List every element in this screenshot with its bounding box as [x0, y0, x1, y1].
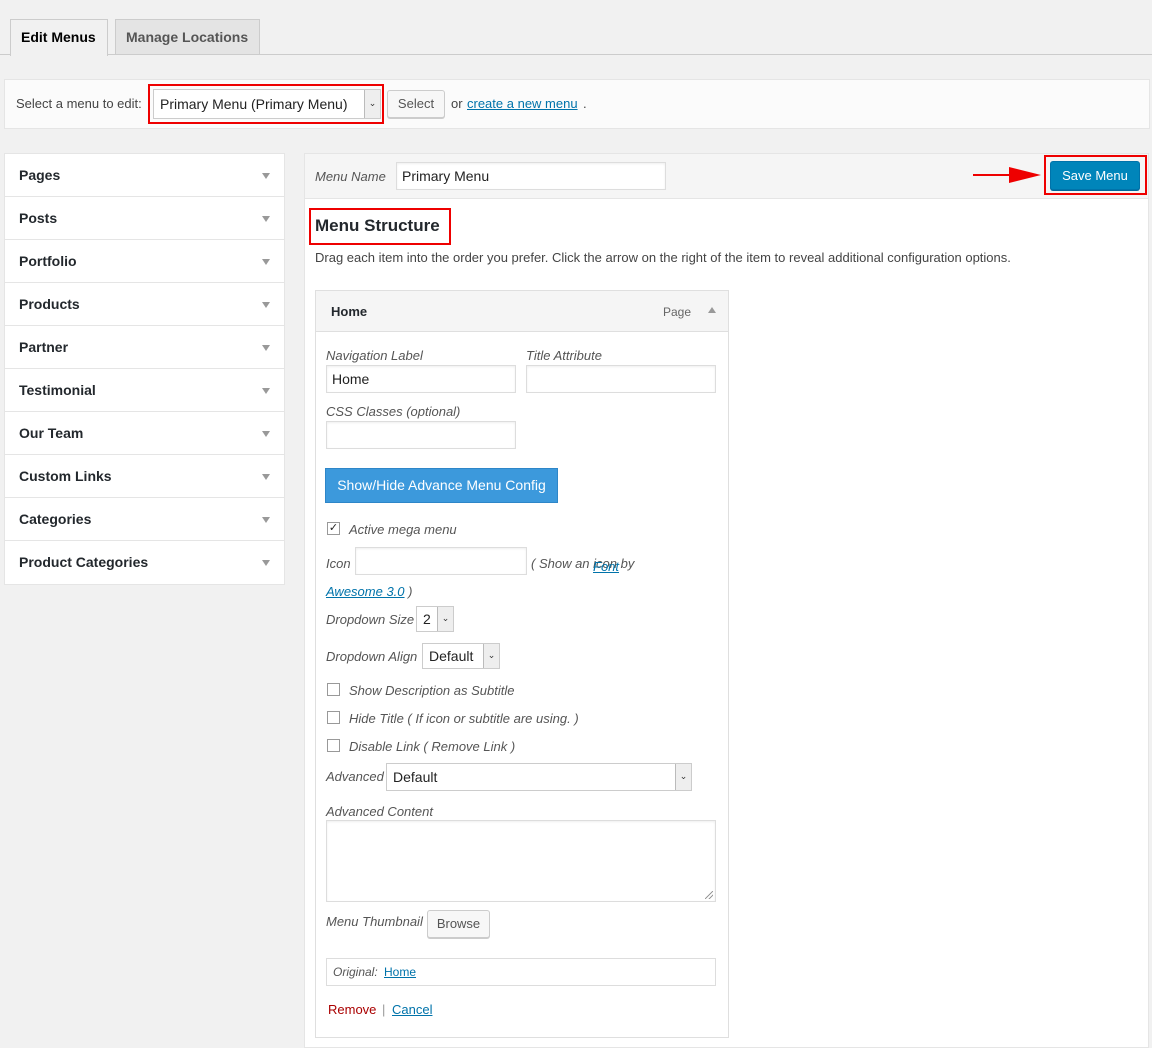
accordion-label: Products: [19, 296, 80, 312]
nav-tabs: Edit Menus Manage Locations: [0, 0, 1152, 56]
css-classes-input[interactable]: [326, 421, 516, 449]
dropdown-size-label: Dropdown Size: [326, 612, 415, 627]
menu-name-value: Primary Menu: [402, 168, 490, 184]
caret-down-icon: [262, 517, 270, 523]
browse-button[interactable]: Browse: [427, 910, 490, 938]
action-separator: |: [382, 1002, 386, 1017]
menu-thumbnail-label: Menu Thumbnail: [326, 914, 423, 929]
arrow-right-icon: [1009, 167, 1041, 183]
accordion-product-categories[interactable]: Product Categories: [5, 541, 284, 584]
accordion-label: Categories: [19, 511, 92, 527]
title-attribute-label: Title Attribute: [526, 348, 602, 363]
accordion-label: Testimonial: [19, 382, 96, 398]
chevron-down-icon: ⌄: [364, 90, 380, 118]
original-home-link[interactable]: Home: [384, 965, 416, 979]
original-label: Original:: [333, 965, 378, 979]
accordion-partner[interactable]: Partner: [5, 326, 284, 369]
chevron-down-icon: ⌄: [437, 607, 453, 631]
accordion-categories[interactable]: Categories: [5, 498, 284, 541]
caret-down-icon: [262, 173, 270, 179]
menu-item-bar[interactable]: Home Page: [316, 291, 728, 332]
caret-down-icon: [262, 560, 270, 566]
hide-title-checkbox[interactable]: [327, 711, 340, 724]
menu-item-title: Home: [331, 304, 368, 319]
caret-down-icon: [262, 302, 270, 308]
accordion-testimonial[interactable]: Testimonial: [5, 369, 284, 412]
active-mega-menu-label: Active mega menu: [349, 522, 457, 537]
caret-down-icon: [262, 388, 270, 394]
nav-label-input[interactable]: Home: [326, 365, 516, 393]
accordion-label: Posts: [19, 210, 58, 226]
dropdown-size-select[interactable]: 2 ⌄: [416, 606, 454, 632]
show-description-checkbox[interactable]: [327, 683, 340, 696]
chevron-down-icon: ⌄: [483, 644, 499, 668]
caret-down-icon: [262, 216, 270, 222]
font-awesome-link[interactable]: Font Awesome 3.0: [326, 559, 619, 599]
dropdown-align-value: Default: [429, 648, 474, 664]
tab-edit-menus[interactable]: Edit Menus: [10, 19, 108, 56]
menu-select-dropdown[interactable]: Primary Menu (Primary Menu) ⌄: [153, 89, 381, 119]
save-menu-button[interactable]: Save Menu: [1050, 161, 1140, 190]
caret-up-icon[interactable]: [708, 307, 716, 313]
show-description-label: Show Description as Subtitle: [349, 683, 515, 698]
show-hide-advance-config-button[interactable]: Show/Hide Advance Menu Config: [325, 468, 558, 503]
caret-down-icon: [262, 259, 270, 265]
menu-edit-panel: Menu Name Primary Menu Menu Structure Dr…: [304, 153, 1149, 1048]
advanced-value: Default: [393, 769, 438, 785]
hide-title-label: Hide Title ( If icon or subtitle are usi…: [349, 711, 579, 726]
active-mega-menu-checkbox[interactable]: ✓: [327, 522, 340, 535]
caret-down-icon: [262, 345, 270, 351]
accordion-products[interactable]: Products: [5, 283, 284, 326]
menu-name-label: Menu Name: [315, 169, 386, 184]
tab-manage-locations[interactable]: Manage Locations: [115, 19, 260, 54]
accordion-custom-links[interactable]: Custom Links: [5, 455, 284, 498]
dropdown-align-label: Dropdown Align: [326, 649, 418, 664]
menu-structure-description: Drag each item into the order you prefer…: [315, 250, 1011, 265]
remove-link[interactable]: Remove: [328, 1002, 376, 1017]
accordion-label: Product Categories: [19, 554, 149, 570]
accordion-label: Custom Links: [19, 468, 112, 484]
advanced-content-label: Advanced Content: [326, 804, 433, 819]
select-menu-label: Select a menu to edit:: [16, 96, 142, 111]
menu-item-home: Home Page Navigation Label Home Title At…: [315, 290, 729, 1038]
nav-label-value: Home: [332, 371, 370, 387]
accordion-label: Our Team: [19, 425, 84, 441]
accordion-our-team[interactable]: Our Team: [5, 412, 284, 455]
menu-name-input[interactable]: Primary Menu: [396, 162, 666, 190]
advanced-select[interactable]: Default ⌄: [386, 763, 692, 791]
add-menu-items-accordion: Pages Posts Portfolio Products Partner T…: [4, 153, 285, 585]
accordion-label: Pages: [19, 167, 61, 183]
advanced-label: Advanced: [326, 769, 384, 784]
accordion-posts[interactable]: Posts: [5, 197, 284, 240]
accordion-portfolio[interactable]: Portfolio: [5, 240, 284, 283]
menu-item-type: Page: [662, 305, 691, 319]
dropdown-align-select[interactable]: Default ⌄: [422, 643, 500, 669]
accordion-label: Partner: [19, 339, 69, 355]
select-button[interactable]: Select: [387, 90, 445, 118]
nav-label-label: Navigation Label: [326, 348, 423, 363]
caret-down-icon: [262, 431, 270, 437]
disable-link-label: Disable Link ( Remove Link ): [349, 739, 516, 754]
title-attribute-input[interactable]: [526, 365, 716, 393]
menu-structure-title: Menu Structure: [315, 216, 440, 235]
original-link-box: Original: Home: [326, 958, 716, 986]
css-classes-label: CSS Classes (optional): [326, 404, 461, 419]
advanced-content-textarea[interactable]: [326, 820, 716, 902]
period-text: .: [583, 96, 587, 111]
dropdown-size-value: 2: [423, 611, 431, 627]
chevron-down-icon: ⌄: [675, 764, 691, 790]
or-text: or: [451, 96, 463, 111]
caret-down-icon: [262, 474, 270, 480]
cancel-link[interactable]: Cancel: [392, 1002, 432, 1017]
icon-hint-close: ): [408, 584, 413, 599]
create-new-menu-link[interactable]: create a new menu: [467, 96, 578, 111]
disable-link-checkbox[interactable]: [327, 739, 340, 752]
accordion-pages[interactable]: Pages: [5, 154, 284, 197]
resize-handle-icon[interactable]: [705, 891, 713, 899]
annotation-arrow-line: [973, 174, 1011, 176]
font-awesome-link-wrap: Font Awesome 3.0 ): [326, 554, 671, 604]
menu-select-value: Primary Menu (Primary Menu): [160, 96, 348, 112]
accordion-label: Portfolio: [19, 253, 77, 269]
